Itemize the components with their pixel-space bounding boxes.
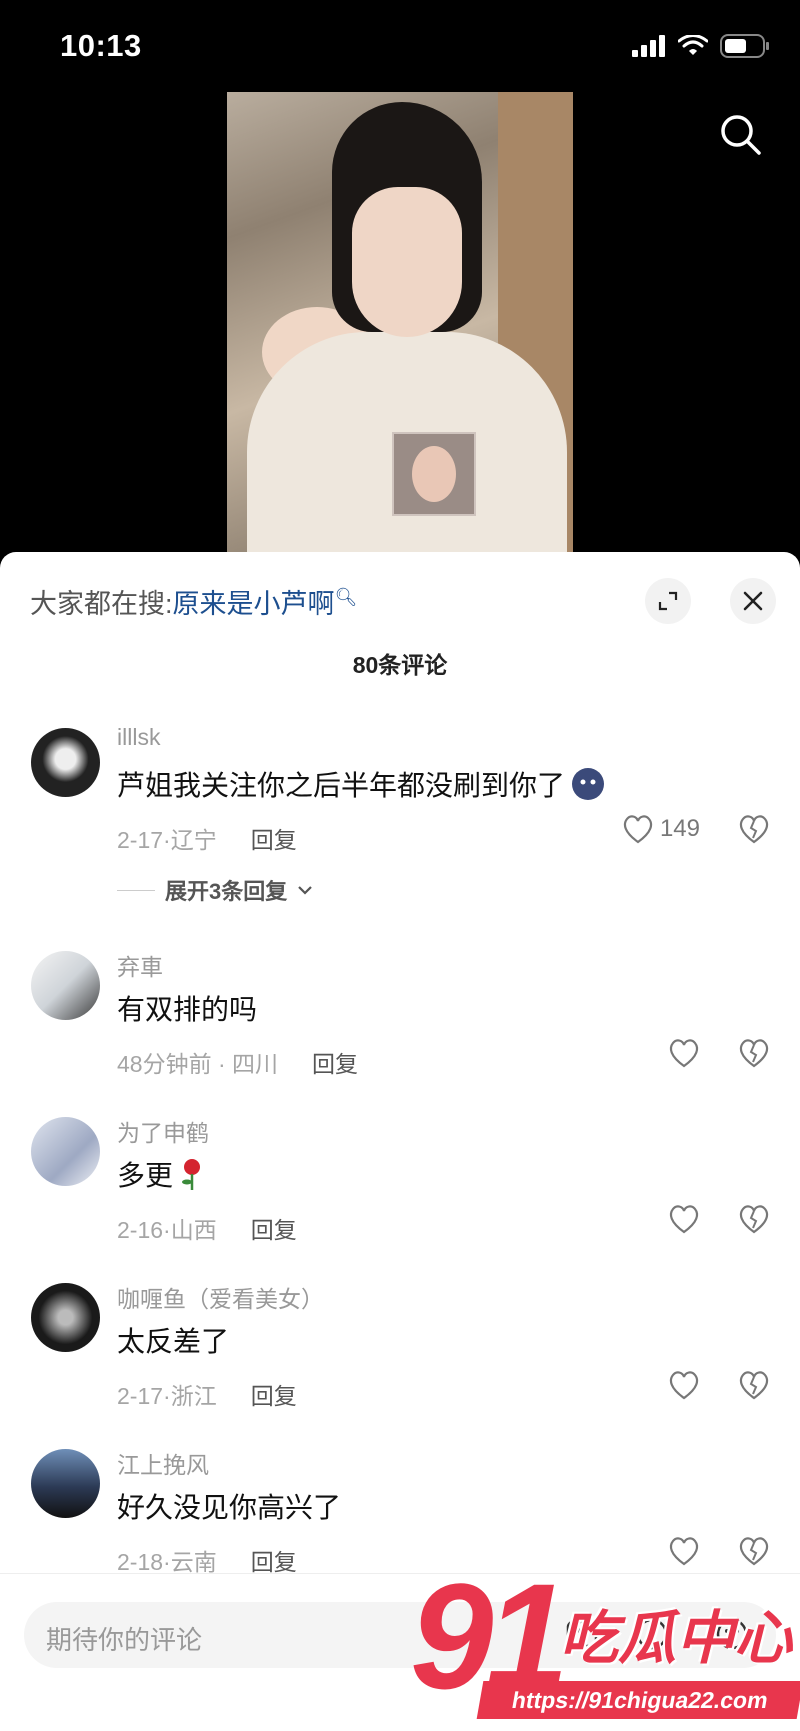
heart-icon[interactable] (668, 1038, 700, 1068)
broken-heart-icon[interactable] (738, 814, 770, 844)
hot-search-term[interactable]: 原来是小芦啊 (173, 589, 335, 619)
comment-text: 有双排的吗 (117, 994, 258, 1025)
comment-time: 2-16 (117, 1217, 164, 1243)
expand-icon (658, 591, 678, 611)
like-button[interactable]: 149 (622, 814, 700, 844)
comment-meta: 2-18·云南 回复 (117, 1543, 297, 1577)
comment-meta: 2-17·浙江 回复 (117, 1377, 297, 1411)
comment-text: 芦姐我关注你之后半年都没刷到你了 (117, 764, 605, 804)
comment-location: 辽宁 (170, 827, 217, 853)
reply-button[interactable]: 回复 (312, 1045, 358, 1079)
comment-input-placeholder: 期待你的评论 (46, 1625, 203, 1655)
comment-location: 四川 (232, 1051, 279, 1077)
comment-username[interactable]: 江上挽风 (117, 1446, 209, 1480)
expand-replies-button[interactable]: 展开3条回复 (117, 874, 313, 906)
comment-username[interactable]: 弃車 (117, 948, 163, 982)
comment-item: 弃車 有双排的吗 48分钟前 · 四川 回复 (0, 948, 800, 1088)
broken-heart-icon[interactable] (738, 1370, 770, 1400)
broken-heart-icon[interactable] (738, 1038, 770, 1068)
rose-icon (182, 1159, 201, 1190)
comment-username[interactable]: 咖喱鱼（爱看美女） (117, 1280, 324, 1314)
video-area[interactable] (0, 92, 800, 552)
comment-location: 云南 (170, 1549, 217, 1575)
avatar[interactable] (31, 1283, 100, 1352)
reply-button[interactable]: 回复 (251, 1211, 297, 1245)
status-bar: 10:13 (0, 0, 800, 92)
comment-location: 山西 (170, 1217, 217, 1243)
avatar[interactable] (31, 951, 100, 1020)
battery-icon (720, 34, 769, 58)
reply-button[interactable]: 回复 (251, 821, 297, 855)
comment-item: illlsk 芦姐我关注你之后半年都没刷到你了 2-17·辽宁 回复 149 展 (0, 724, 800, 924)
search-small-icon: 🔍︎ (334, 587, 358, 607)
chevron-down-icon (298, 886, 313, 895)
status-time: 10:13 (60, 28, 142, 63)
watermark-brand: 吃瓜中心 (560, 1606, 793, 1671)
close-icon (743, 591, 763, 611)
broken-heart-icon[interactable] (738, 1204, 770, 1234)
reply-button[interactable]: 回复 (251, 1543, 297, 1577)
hot-search[interactable]: 大家都在搜:原来是小芦啊🔍︎ (30, 582, 357, 621)
comment-meta: 2-17·辽宁 回复 (117, 821, 297, 855)
comment-text: 好久没见你高兴了 (117, 1492, 342, 1523)
avatar[interactable] (31, 1449, 100, 1518)
status-icons (632, 34, 770, 58)
video-thumbnail[interactable] (227, 92, 573, 552)
wifi-icon (678, 35, 708, 55)
signal-icon (632, 35, 665, 57)
comment-time: 2-17 (117, 827, 164, 853)
search-icon[interactable] (716, 110, 766, 160)
comment-meta: 48分钟前 · 四川 回复 (117, 1045, 358, 1079)
avatar[interactable] (31, 1117, 100, 1186)
comment-text: 多更 (117, 1154, 205, 1194)
watermark: 91 吃瓜中心 https://91chigua22.com (410, 1561, 800, 1731)
comment-time: 2-17 (117, 1383, 164, 1409)
reply-button[interactable]: 回复 (251, 1377, 297, 1411)
avatar[interactable] (31, 728, 100, 797)
close-button[interactable] (730, 578, 776, 624)
hot-search-prefix: 大家都在搜: (30, 589, 173, 619)
comment-count: 80条评论 (352, 652, 448, 678)
watermark-url: https://91chigua22.com (476, 1681, 800, 1719)
comment-text: 太反差了 (117, 1326, 230, 1357)
comment-username[interactable]: 为了申鹤 (117, 1114, 209, 1148)
sticker-image (392, 432, 476, 516)
comment-sheet: 大家都在搜:原来是小芦啊🔍︎ 80条评论 illlsk 芦姐我关注你之后半年都没… (0, 552, 800, 1731)
heart-icon[interactable] (668, 1370, 700, 1400)
comment-item: 为了申鹤 多更 2-16·山西 回复 (0, 1114, 800, 1254)
comment-username[interactable]: illlsk (117, 724, 160, 751)
like-count: 149 (659, 815, 700, 842)
comment-item: 咖喱鱼（爱看美女） 太反差了 2-17·浙江 回复 (0, 1280, 800, 1420)
heart-icon (623, 815, 653, 844)
comment-time: 2-18 (117, 1549, 164, 1575)
emoji-icon (572, 768, 605, 800)
expand-button[interactable] (645, 578, 691, 624)
heart-icon[interactable] (668, 1204, 700, 1234)
comment-time: 48分钟前 (117, 1051, 212, 1077)
comment-meta: 2-16·山西 回复 (117, 1211, 297, 1245)
comment-location: 浙江 (170, 1383, 217, 1409)
